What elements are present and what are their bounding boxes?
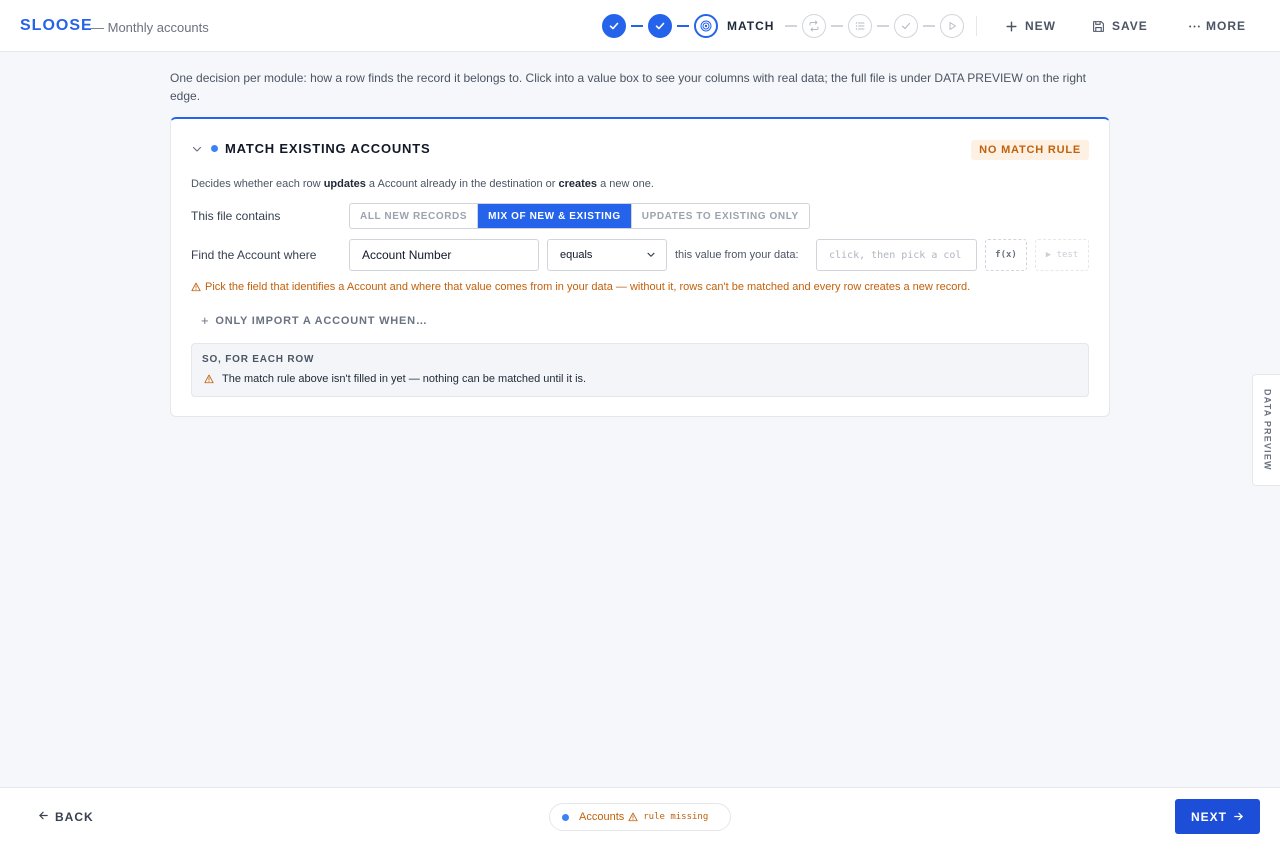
add-import-condition-button[interactable]: + ONLY IMPORT A ACCOUNT WHEN…	[201, 313, 428, 328]
row-summary-box: SO, FOR EACH ROW The match rule above is…	[191, 343, 1089, 397]
match-warning: Pick the field that identifies a Account…	[191, 281, 970, 293]
step-3-current[interactable]	[694, 14, 718, 38]
back-button[interactable]: BACK	[38, 810, 94, 824]
step-1-done[interactable]	[602, 14, 626, 38]
operator-select[interactable]: equals	[547, 239, 667, 271]
step-2-done[interactable]	[648, 14, 672, 38]
step-6-pending[interactable]	[894, 14, 919, 38]
warning-icon	[191, 282, 201, 292]
step-connector	[877, 25, 890, 27]
save-button-label: SAVE	[1112, 19, 1148, 33]
option-all-new-records[interactable]: ALL NEW RECORDS	[350, 204, 479, 228]
add-import-condition-label: ONLY IMPORT A ACCOUNT WHEN…	[215, 314, 428, 327]
file-contains-label: This file contains	[191, 209, 281, 223]
check-icon	[655, 22, 665, 30]
save-icon	[1092, 20, 1105, 33]
back-button-label: BACK	[55, 810, 94, 824]
chevron-down-icon	[646, 250, 656, 260]
status-badge: NO MATCH RULE	[971, 140, 1089, 160]
warning-icon	[204, 374, 214, 384]
summary-title: SO, FOR EACH ROW	[202, 354, 315, 365]
data-preview-tab[interactable]: DATA PREVIEW	[1252, 374, 1280, 486]
next-button-label: NEXT	[1190, 809, 1227, 824]
check-icon	[902, 22, 911, 30]
header-divider	[976, 16, 977, 36]
module-status-dot	[211, 145, 218, 152]
arrow-left-icon	[38, 810, 49, 824]
plus-icon: +	[201, 313, 210, 328]
project-name: — Monthly accounts	[91, 20, 209, 35]
progress-stepper: MATCH	[602, 14, 965, 38]
warning-text: Pick the field that identifies a Account…	[205, 281, 971, 293]
formula-button[interactable]: f(x)	[985, 239, 1027, 271]
arrow-right-icon	[1233, 811, 1244, 822]
app-footer: BACK Accounts rule missing NEXT	[0, 787, 1280, 860]
step-connector	[785, 25, 798, 27]
find-account-label: Find the Account where	[191, 248, 317, 262]
new-button-label: NEW	[1025, 19, 1056, 33]
ellipsis-icon	[1188, 20, 1201, 33]
value-from-label: this value from your data:	[675, 249, 799, 261]
step-5-pending[interactable]	[848, 14, 873, 38]
module-status-pill[interactable]: Accounts rule missing	[549, 803, 731, 831]
match-field-value: Account Number	[362, 248, 452, 262]
file-contains-segmented-control: ALL NEW RECORDS MIX OF NEW & EXISTING UP…	[349, 203, 810, 229]
value-source-input[interactable]: click, then pick a column	[816, 239, 977, 271]
step-connector	[923, 25, 936, 27]
test-button[interactable]: ▶ test	[1035, 239, 1089, 271]
next-button[interactable]: NEXT	[1175, 799, 1260, 834]
step-connector	[831, 25, 844, 27]
option-mix-new-existing[interactable]: MIX OF NEW & EXISTING	[478, 204, 632, 228]
list-icon	[856, 22, 865, 30]
module-status-text: rule missing	[643, 812, 709, 822]
plus-icon	[1005, 20, 1018, 33]
warning-icon	[628, 812, 638, 822]
save-button[interactable]: SAVE	[1092, 18, 1148, 34]
match-field-input[interactable]: Account Number	[349, 239, 539, 271]
module-status-dot	[562, 813, 569, 821]
more-button[interactable]: MORE	[1188, 18, 1246, 34]
match-module-card: MATCH EXISTING ACCOUNTS NO MATCH RULE De…	[170, 117, 1110, 417]
module-name: Accounts	[579, 811, 625, 823]
play-icon	[949, 22, 957, 30]
intro-text: One decision per module: how a row finds…	[170, 71, 1087, 103]
step-7-pending[interactable]	[940, 14, 965, 38]
summary-line: The match rule above isn't filled in yet…	[204, 373, 586, 385]
step-connector	[631, 25, 643, 27]
option-updates-only[interactable]: UPDATES TO EXISTING ONLY	[632, 204, 809, 228]
card-description: Decides whether each row updates a Accou…	[191, 178, 654, 190]
summary-text: The match rule above isn't filled in yet…	[222, 373, 587, 385]
card-header[interactable]: MATCH EXISTING ACCOUNTS	[191, 141, 430, 156]
current-step-label: MATCH	[727, 19, 775, 33]
app-header: SLOOSE — Monthly accounts MATCH NEW SAVE…	[0, 0, 1280, 52]
chevron-down-icon[interactable]	[191, 143, 203, 155]
new-button[interactable]: NEW	[1005, 18, 1056, 34]
value-source-placeholder: click, then pick a column	[829, 249, 961, 261]
card-title: MATCH EXISTING ACCOUNTS	[225, 141, 431, 156]
step-4-pending[interactable]	[802, 14, 827, 38]
operator-value: equals	[560, 249, 593, 261]
brand-logo[interactable]: SLOOSE	[20, 17, 93, 35]
repeat-icon	[809, 20, 819, 32]
target-icon	[700, 20, 712, 32]
step-connector	[677, 25, 689, 27]
data-preview-label: DATA PREVIEW	[1262, 389, 1273, 471]
check-icon	[609, 22, 619, 30]
more-button-label: MORE	[1206, 19, 1246, 33]
